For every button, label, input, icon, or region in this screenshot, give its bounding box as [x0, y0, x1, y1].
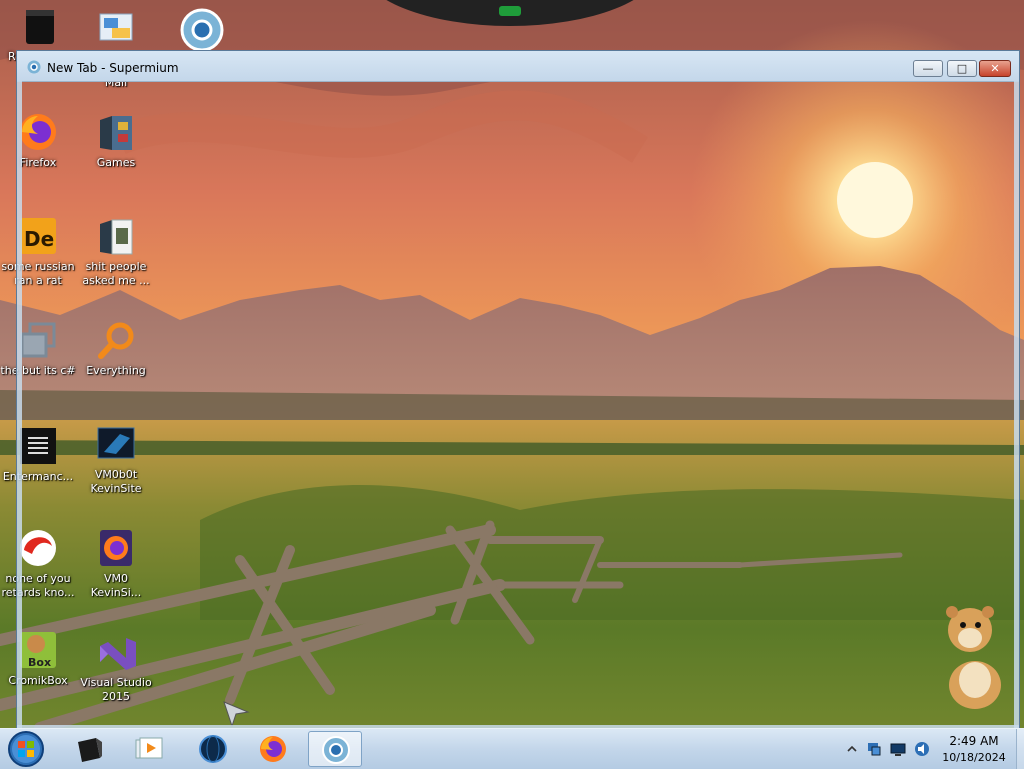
firefox-icon [260, 736, 286, 762]
desktop-icon-mail[interactable]: Mail [76, 6, 156, 89]
start-button[interactable] [6, 729, 46, 769]
recycle-bin-icon [20, 6, 60, 46]
taskbar-firefox[interactable] [246, 731, 300, 767]
minimize-icon: — [922, 62, 934, 75]
terminal-icon [78, 738, 102, 762]
mail-icon [96, 6, 136, 46]
chevron-up-icon[interactable] [844, 741, 860, 757]
clock-time[interactable]: 2:49 AM [944, 734, 1004, 748]
taskbar-supermium[interactable] [308, 731, 362, 767]
supermium-icon [322, 736, 350, 764]
media-player-icon [135, 737, 163, 759]
taskbar-terminal[interactable] [62, 731, 116, 767]
window-titlebar[interactable]: New Tab - Supermium — □ ✕ [17, 51, 1019, 82]
chrome-icon [180, 8, 224, 52]
close-icon: ✕ [990, 62, 1000, 75]
minimize-button[interactable]: — [913, 60, 943, 77]
window-right-border[interactable] [1014, 81, 1019, 729]
window-title: New Tab - Supermium [47, 61, 179, 75]
show-desktop-button[interactable] [1016, 729, 1024, 769]
maximize-icon: □ [956, 62, 968, 75]
network-icon[interactable] [866, 741, 882, 757]
system-tray: 2:49 AM 10/18/2024 [840, 729, 1024, 769]
close-button[interactable]: ✕ [979, 60, 1011, 77]
desktop-icon-chrome[interactable] [160, 8, 240, 52]
window-left-border[interactable] [17, 81, 22, 729]
windows-start-orb-icon [8, 731, 44, 767]
speaker-icon[interactable] [914, 741, 930, 757]
taskbar-media-player[interactable] [122, 731, 176, 767]
taskbar-globe[interactable] [186, 731, 240, 767]
browser-window[interactable]: New Tab - Supermium — □ ✕ [16, 50, 1020, 730]
dock-indicator [499, 6, 521, 16]
maximize-button[interactable]: □ [947, 60, 977, 77]
clock-date[interactable]: 10/18/2024 [936, 751, 1012, 764]
supermium-icon [27, 60, 41, 74]
globe-icon [199, 735, 227, 763]
monitor-icon[interactable] [890, 741, 906, 757]
taskbar: 2:49 AM 10/18/2024 [0, 728, 1024, 769]
